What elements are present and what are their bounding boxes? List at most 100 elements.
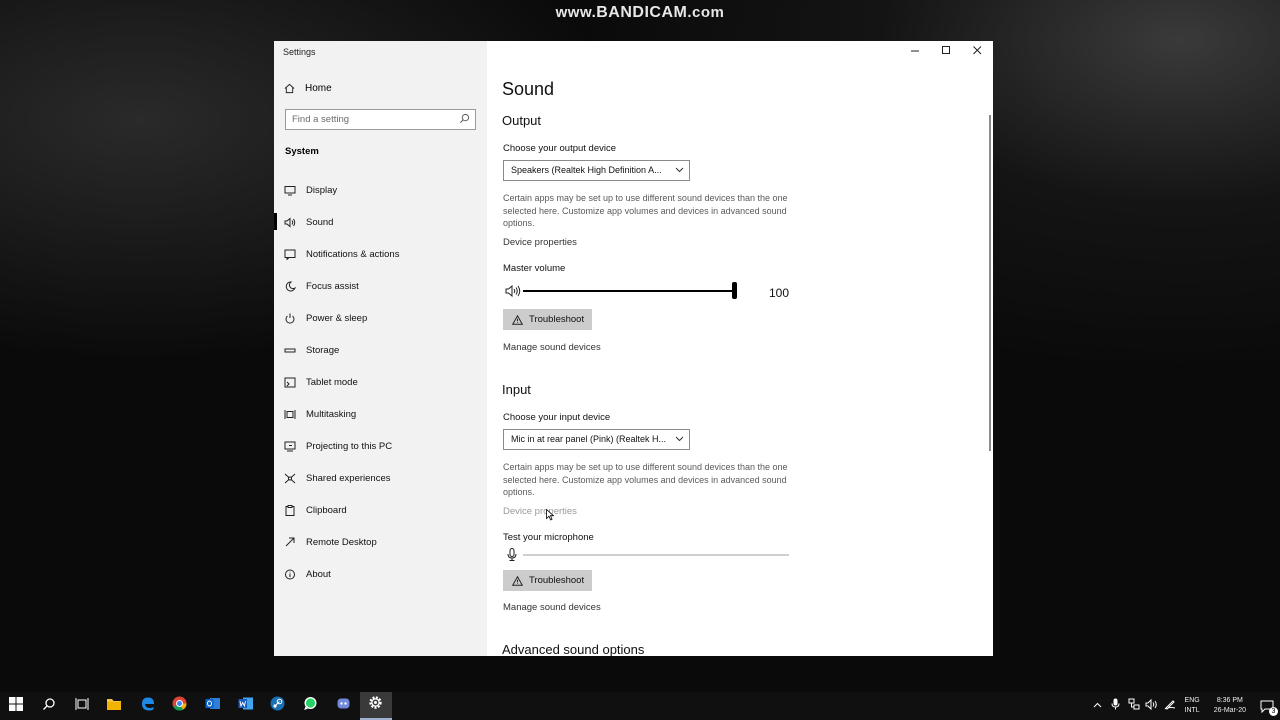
taskbar-chrome[interactable] (163, 692, 196, 720)
sidebar-item-label: Shared experiences (306, 472, 391, 484)
sidebar-item-power-sleep[interactable]: Power & sleep (274, 302, 487, 334)
window-controls (900, 41, 993, 63)
sidebar-item-notifications[interactable]: Notifications & actions (274, 238, 487, 270)
master-volume-slider[interactable] (523, 290, 735, 292)
sidebar-item-about[interactable]: About (274, 558, 487, 590)
advanced-sound-options-heading[interactable]: Advanced sound options (502, 642, 644, 656)
sidebar-item-remote-desktop[interactable]: Remote Desktop (274, 526, 487, 558)
close-button[interactable] (962, 41, 993, 63)
language-code: ENG (1184, 697, 1200, 704)
input-device-properties-link[interactable]: Device properties (503, 506, 577, 517)
sidebar-item-projecting[interactable]: Projecting to this PC (274, 430, 487, 462)
clock[interactable]: 8:36 PM 26-Mar-20 (1214, 696, 1246, 716)
sidebar-item-storage[interactable]: Storage (274, 334, 487, 366)
sidebar-item-multitasking[interactable]: Multitasking (274, 398, 487, 430)
edge-icon (140, 696, 155, 716)
remote-desktop-icon (284, 537, 306, 548)
network-icon (1128, 697, 1140, 715)
input-troubleshoot-button[interactable]: Troubleshoot (503, 570, 592, 591)
taskbar-steam[interactable] (262, 692, 295, 720)
start-button[interactable] (0, 692, 33, 720)
input-manage-sound-devices-link[interactable]: Manage sound devices (503, 602, 601, 613)
task-view-button[interactable] (65, 692, 98, 720)
action-center-button[interactable]: 3 (1254, 692, 1280, 720)
home-link[interactable]: Home (284, 83, 332, 94)
tray-microphone[interactable] (1108, 692, 1124, 720)
window-title: Settings (283, 47, 316, 57)
speaker-volume-icon[interactable] (505, 284, 521, 302)
input-device-dropdown[interactable]: Mic in at rear panel (Pink) (Realtek H..… (503, 429, 690, 450)
output-device-dropdown[interactable]: Speakers (Realtek High Definition A... (503, 160, 690, 181)
input-description: Certain apps may be set up to use differ… (503, 462, 788, 497)
microphone-icon (1111, 697, 1120, 715)
microphone-level-meter (523, 554, 789, 556)
taskbar-edge[interactable] (131, 692, 164, 720)
maximize-button[interactable] (931, 41, 962, 63)
chrome-icon (172, 696, 187, 716)
sidebar-item-focus-assist[interactable]: Focus assist (274, 270, 487, 302)
display-icon (284, 185, 306, 196)
tray-pen[interactable] (1162, 692, 1178, 720)
bandicam-watermark: www.BANDICAM.com (555, 4, 725, 21)
settings-icon (368, 695, 383, 715)
sidebar-item-label: Projecting to this PC (306, 440, 393, 452)
chevron-up-icon (1093, 697, 1102, 715)
sidebar-item-label: Notifications & actions (306, 248, 400, 260)
search-placeholder: Find a setting (292, 114, 350, 125)
taskbar-whatsapp[interactable] (294, 692, 327, 720)
taskbar-discord[interactable] (327, 692, 360, 720)
minimize-button[interactable] (900, 41, 931, 63)
taskbar-settings[interactable] (359, 692, 393, 720)
taskbar-outlook[interactable] (196, 692, 229, 720)
tray-volume[interactable] (1144, 692, 1160, 720)
sidebar-item-label: Multitasking (306, 408, 357, 420)
output-manage-sound-devices-link[interactable]: Manage sound devices (503, 342, 601, 353)
sidebar-item-display[interactable]: Display (274, 174, 487, 206)
taskbar: ENG INTL 8:36 PM 26-Mar-20 3 (0, 692, 1280, 720)
discord-icon (336, 696, 351, 716)
sidebar-item-shared-experiences[interactable]: Shared experiences (274, 462, 487, 494)
scrollbar[interactable] (989, 115, 991, 451)
output-device-label: Choose your output device (503, 143, 617, 154)
file-explorer-icon (106, 697, 122, 716)
settings-window: Settings Home Find a setting System Disp… (274, 41, 993, 656)
taskbar-search-button[interactable] (33, 692, 66, 720)
notifications-icon (284, 249, 306, 260)
test-microphone-label: Test your microphone (503, 532, 594, 543)
sidebar-item-label: Clipboard (306, 504, 347, 516)
search-icon (42, 697, 56, 716)
master-volume-thumb[interactable] (732, 282, 737, 299)
sidebar-item-tablet-mode[interactable]: Tablet mode (274, 366, 487, 398)
word-icon (238, 696, 253, 716)
output-device-properties-link[interactable]: Device properties (503, 237, 577, 248)
show-hidden-icons-button[interactable] (1090, 692, 1106, 720)
sidebar-item-label: About (306, 568, 331, 580)
input-language-indicator[interactable]: ENG INTL (1185, 696, 1200, 716)
output-troubleshoot-button[interactable]: Troubleshoot (503, 309, 592, 330)
master-volume-label: Master volume (503, 263, 566, 274)
search-input[interactable]: Find a setting (285, 109, 476, 130)
input-device-label: Choose your input device (503, 412, 611, 423)
whatsapp-icon (303, 696, 318, 716)
taskbar-word[interactable] (229, 692, 262, 720)
projecting-icon (284, 441, 306, 452)
info-icon (284, 569, 306, 580)
sidebar-nav: Display Sound Notifications & actions Fo… (274, 174, 487, 590)
tray-network[interactable] (1126, 692, 1142, 720)
sidebar-item-clipboard[interactable]: Clipboard (274, 494, 487, 526)
sidebar-item-label: Display (306, 184, 338, 196)
home-label: Home (305, 83, 332, 94)
clock-time: 8:36 PM (1216, 697, 1243, 704)
maximize-icon (942, 46, 951, 58)
minimize-icon (911, 46, 920, 58)
system-tray: ENG INTL 8:36 PM 26-Mar-20 3 (1089, 692, 1280, 720)
notification-count-badge: 3 (1269, 706, 1278, 716)
volume-icon (1145, 697, 1158, 715)
page-title: Sound (502, 79, 555, 99)
home-icon (284, 83, 305, 94)
warning-icon (512, 314, 523, 325)
taskbar-file-explorer[interactable] (98, 692, 131, 720)
sidebar-item-sound[interactable]: Sound (274, 206, 487, 238)
tablet-icon (284, 377, 306, 388)
troubleshoot-label: Troubleshoot (529, 314, 585, 325)
